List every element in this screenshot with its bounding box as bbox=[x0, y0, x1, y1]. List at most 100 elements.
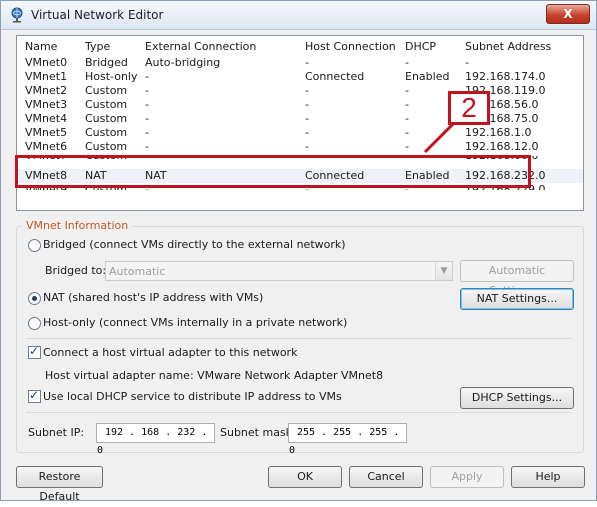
bridged-to-select[interactable]: Automatic ▼ bbox=[105, 261, 453, 281]
cell-host: Connected bbox=[305, 169, 365, 182]
network-app-icon bbox=[11, 7, 23, 23]
cell-type: NAT bbox=[85, 169, 107, 182]
apply-button[interactable]: Apply bbox=[430, 466, 504, 488]
connect-adapter-label[interactable]: Connect a host virtual adapter to this n… bbox=[43, 346, 297, 359]
cell-host: - bbox=[305, 156, 309, 163]
restore-default-button[interactable]: Restore Default bbox=[16, 466, 103, 503]
cell-subnet: 192.168.174.0 bbox=[465, 70, 546, 83]
table-row[interactable]: VMnet4 Custom - - -192.168.75.0 bbox=[17, 112, 583, 126]
nat-radio[interactable] bbox=[28, 292, 41, 305]
cell-type: Custom bbox=[85, 112, 128, 125]
callout-number-badge: 2 bbox=[448, 91, 490, 125]
cell-name: VMnet7 bbox=[25, 156, 67, 163]
cell-type: Custom bbox=[85, 84, 128, 97]
cell-type: Custom bbox=[85, 156, 127, 163]
divider bbox=[26, 412, 572, 413]
adapter-name-label: Host virtual adapter name: VMware Networ… bbox=[45, 369, 384, 382]
column-header-dhcp[interactable]: DHCP bbox=[405, 40, 436, 53]
cell-dhcp: - bbox=[405, 84, 409, 97]
cell-dhcp: - bbox=[405, 183, 409, 190]
nat-label[interactable]: NAT (shared host's IP address with VMs) bbox=[43, 291, 263, 304]
vmnet-list[interactable]: Name Type External Connection Host Conne… bbox=[16, 35, 584, 211]
cell-type: Bridged bbox=[85, 56, 128, 69]
divider bbox=[26, 338, 572, 339]
cell-name: VMnet4 bbox=[25, 112, 68, 125]
table-row[interactable]: VMnet7 Custom - - - 192.168.60.0 bbox=[17, 156, 583, 163]
column-header-type[interactable]: Type bbox=[85, 40, 110, 53]
cell-dhcp: - bbox=[405, 140, 409, 153]
cell-subnet: 192.168.229.0 bbox=[465, 183, 546, 190]
column-header-name[interactable]: Name bbox=[25, 40, 57, 53]
column-header-subnet[interactable]: Subnet Address bbox=[465, 40, 551, 53]
window-title: Virtual Network Editor bbox=[31, 8, 164, 22]
cell-name: VMnet6 bbox=[25, 140, 68, 153]
cell-external: - bbox=[145, 84, 149, 97]
cell-type: Custom bbox=[85, 140, 128, 153]
table-row[interactable]: VMnet0 Bridged Auto-bridging - - - bbox=[17, 56, 583, 70]
cell-host: - bbox=[305, 56, 309, 69]
cell-dhcp: - bbox=[405, 112, 409, 125]
cell-host: - bbox=[305, 183, 309, 190]
hostonly-radio[interactable] bbox=[28, 317, 41, 330]
cell-name: VMnet3 bbox=[25, 98, 68, 111]
cancel-button[interactable]: Cancel bbox=[349, 466, 423, 488]
table-row[interactable]: VMnet2 Custom - - -192.168.119.0 bbox=[17, 84, 583, 98]
cell-dhcp: - bbox=[405, 98, 409, 111]
cell-subnet: 192.168.232.0 bbox=[465, 169, 546, 182]
cell-external: - bbox=[145, 98, 149, 111]
connect-adapter-checkbox[interactable] bbox=[28, 344, 41, 359]
cell-host: - bbox=[305, 98, 309, 111]
cell-host: - bbox=[305, 112, 309, 125]
cell-external: - bbox=[145, 183, 149, 190]
chevron-down-icon[interactable]: ▼ bbox=[435, 262, 452, 280]
automatic-settings-button[interactable]: Automatic Settings... bbox=[460, 260, 574, 297]
subnet-ip-input[interactable]: 192 . 168 . 232 . 0 bbox=[96, 423, 215, 456]
hostonly-label[interactable]: Host-only (connect VMs internally in a p… bbox=[43, 316, 347, 329]
cell-external: - bbox=[145, 126, 149, 139]
cell-subnet: 192.168.1.0 bbox=[465, 126, 532, 139]
subnet-ip-label: Subnet IP: bbox=[28, 426, 85, 439]
dhcp-label[interactable]: Use local DHCP service to distribute IP … bbox=[43, 390, 342, 403]
virtual-network-editor-window: Virtual Network Editor X Name Type Exter… bbox=[0, 0, 597, 503]
cell-external: NAT bbox=[145, 169, 167, 182]
cell-subnet: 192.168.60.0 bbox=[465, 156, 538, 163]
group-title: VMnet Information bbox=[22, 219, 133, 232]
bridged-radio[interactable] bbox=[28, 239, 41, 252]
cell-host: - bbox=[305, 126, 309, 139]
table-row[interactable]: VMnet5 Custom - - - 192.168.1.0 bbox=[17, 126, 583, 140]
cell-external: - bbox=[145, 112, 149, 125]
dhcp-checkbox[interactable] bbox=[28, 388, 41, 403]
cell-dhcp: - bbox=[405, 56, 409, 69]
cell-name: VMnet8 bbox=[25, 169, 68, 182]
cell-host: - bbox=[305, 84, 309, 97]
bridged-label[interactable]: Bridged (connect VMs directly to the ext… bbox=[43, 238, 346, 251]
cell-name: VMnet9 bbox=[25, 183, 68, 190]
cell-external: - bbox=[145, 70, 149, 83]
cell-subnet: - bbox=[465, 56, 469, 69]
cell-host: - bbox=[305, 140, 309, 153]
table-row[interactable]: VMnet9 Custom - - - 192.168.229.0 bbox=[17, 183, 583, 190]
cell-dhcp: Enabled bbox=[405, 70, 450, 83]
ok-button[interactable]: OK bbox=[268, 466, 342, 488]
help-button[interactable]: Help bbox=[511, 466, 585, 488]
title-bar[interactable]: Virtual Network Editor X bbox=[1, 1, 596, 30]
table-row[interactable]: VMnet8 NAT NAT Connected Enabled 192.168.232.… bbox=[17, 169, 583, 183]
table-row[interactable]: VMnet1 Host-only - Connected Enabled 192.168.… bbox=[17, 70, 583, 84]
column-header-external[interactable]: External Connection bbox=[145, 40, 256, 53]
table-row[interactable]: VMnet3 Custom - - -192.168.56.0 bbox=[17, 98, 583, 112]
cell-type: Custom bbox=[85, 126, 128, 139]
nat-settings-button[interactable]: NAT Settings... bbox=[460, 288, 574, 310]
cell-name: VMnet2 bbox=[25, 84, 68, 97]
table-row[interactable]: VMnet6 Custom - - - 192.168.12.0 bbox=[17, 140, 583, 154]
cell-type: Host-only bbox=[85, 70, 138, 83]
cell-dhcp: Enabled bbox=[405, 169, 450, 182]
dhcp-settings-button[interactable]: DHCP Settings... bbox=[460, 387, 574, 409]
subnet-mask-label: Subnet mask: bbox=[220, 426, 296, 439]
cell-name: VMnet5 bbox=[25, 126, 68, 139]
subnet-mask-input[interactable]: 255 . 255 . 255 . 0 bbox=[288, 423, 407, 456]
cell-name: VMnet0 bbox=[25, 56, 68, 69]
close-button[interactable]: X bbox=[546, 4, 590, 24]
bridged-to-value: Automatic bbox=[109, 265, 166, 278]
cell-dhcp: - bbox=[405, 126, 409, 139]
column-header-host[interactable]: Host Connection bbox=[305, 40, 396, 53]
